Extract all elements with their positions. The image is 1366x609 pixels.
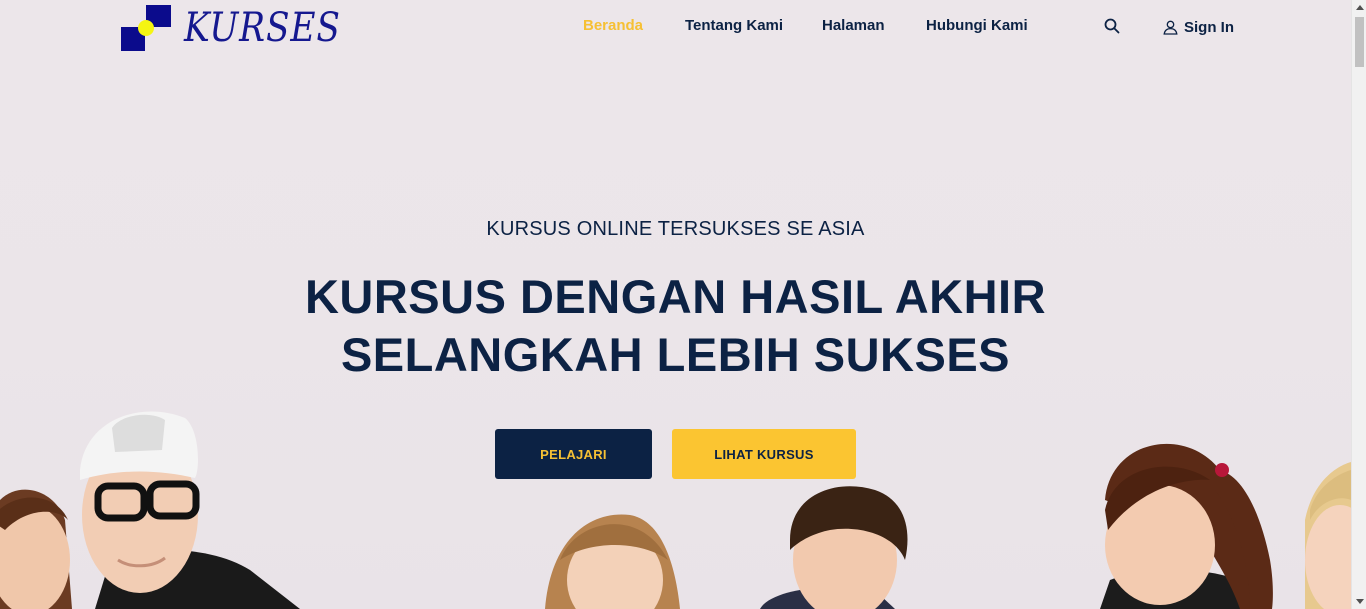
student-far-right — [1305, 462, 1351, 609]
scroll-up-arrow-icon[interactable] — [1352, 0, 1366, 15]
scroll-down-arrow-icon[interactable] — [1352, 594, 1366, 609]
site-header: KURSES Beranda Tentang Kami Halaman Hubu… — [0, 0, 1351, 56]
hero-section: KURSES Beranda Tentang Kami Halaman Hubu… — [0, 0, 1351, 609]
sign-in-label: Sign In — [1184, 18, 1234, 36]
student-boy-glasses — [80, 411, 300, 609]
logo-icon — [121, 5, 171, 51]
brand-logo[interactable]: KURSES — [121, 5, 340, 53]
student-center-boy — [760, 486, 908, 609]
vertical-scrollbar[interactable] — [1351, 0, 1366, 609]
student-right-girl — [1100, 443, 1273, 609]
pelajari-button[interactable]: PELAJARI — [495, 429, 652, 479]
hero-subtitle: KURSUS ONLINE TERSUKSES SE ASIA — [486, 218, 865, 240]
user-icon — [1163, 20, 1178, 35]
hero-headline: KURSUS DENGAN HASIL AKHIR SELANGKAH LEBI… — [304, 270, 1047, 381]
student-center-girl — [545, 514, 680, 609]
nav-item-beranda[interactable]: Beranda — [583, 17, 643, 34]
nav-item-hubungi-kami[interactable]: Hubungi Kami — [926, 17, 1028, 34]
nav-item-tentang-kami[interactable]: Tentang Kami — [685, 17, 783, 34]
student-left-girl — [0, 489, 72, 609]
nav-item-halaman[interactable]: Halaman — [822, 17, 885, 34]
brand-name: KURSES — [184, 5, 341, 51]
search-icon[interactable] — [1104, 18, 1120, 34]
scrollbar-thumb[interactable] — [1355, 17, 1364, 67]
sign-in-link[interactable]: Sign In — [1163, 17, 1234, 37]
lihat-kursus-button[interactable]: LIHAT KURSUS — [672, 429, 856, 479]
